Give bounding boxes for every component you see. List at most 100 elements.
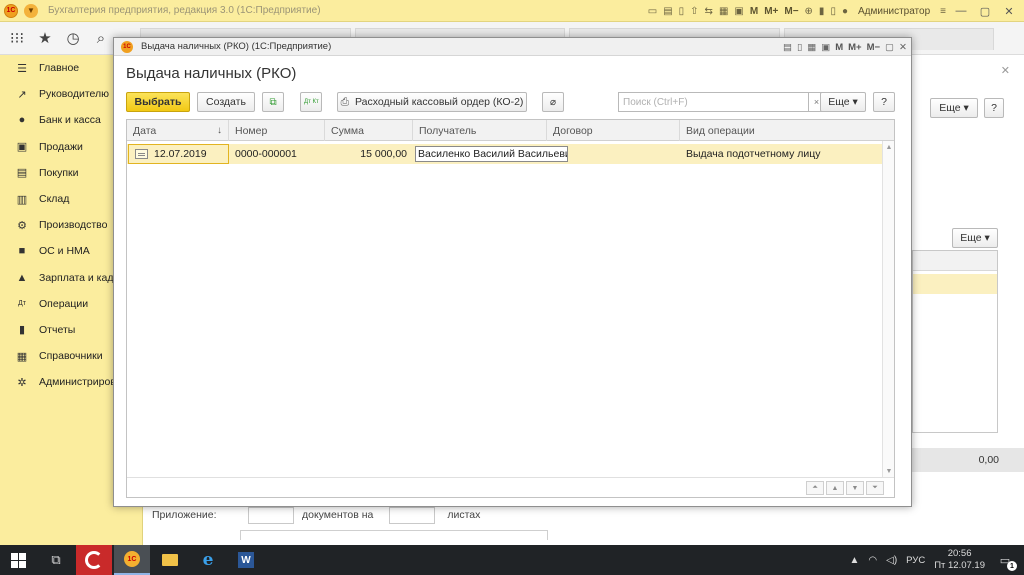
bg-table-row[interactable] — [913, 274, 997, 294]
nav-down-icon[interactable]: ▼ — [846, 481, 864, 495]
bg-table-more-button[interactable]: Еще ▾ — [952, 228, 998, 248]
history-icon[interactable]: ◷ — [59, 29, 87, 47]
memory-m-button[interactable]: M — [835, 42, 843, 53]
calculator-icon[interactable]: ▦ — [807, 42, 816, 53]
bg-more-button[interactable]: Еще ▾ — [930, 98, 978, 118]
coin-icon: ● — [18, 114, 26, 127]
cell-recipient[interactable]: Василенко Василий Васильевич — [415, 146, 568, 162]
docs-count-input[interactable] — [248, 506, 294, 524]
table-navigation-bar: ⏶ ▲ ▼ ⏷ — [127, 477, 894, 497]
column-date[interactable]: Дата ↓ — [127, 120, 229, 141]
form-close-icon[interactable]: ✕ — [1001, 64, 1010, 77]
main-menu-button[interactable]: ▼ — [24, 3, 38, 18]
minimize-icon[interactable]: — — [952, 5, 970, 17]
nav-first-icon[interactable]: ⏶ — [806, 481, 824, 495]
column-amount[interactable]: Сумма — [325, 120, 413, 141]
table-scrollbar[interactable]: ▲ ▼ — [882, 141, 894, 477]
calculator-icon[interactable]: ▦ — [719, 6, 728, 17]
save-icon[interactable]: ▭ — [648, 6, 657, 17]
column-label: Дата — [133, 124, 157, 137]
task-view-icon[interactable]: ⧉ — [38, 545, 74, 575]
column-contract[interactable]: Договор — [547, 120, 680, 141]
help-button[interactable]: ? — [873, 92, 895, 112]
sidebar-item-label: ОС и НМА — [39, 245, 90, 258]
taskbar-app-word[interactable]: W — [228, 545, 264, 575]
memory-m-minus-button[interactable]: M− — [867, 42, 880, 53]
dtkt-button[interactable]: Дт Кт — [300, 92, 322, 112]
taskbar-app-red[interactable] — [76, 545, 112, 575]
memory-m-button[interactable]: M — [750, 6, 758, 17]
folder-icon — [162, 554, 178, 566]
favorites-star-icon[interactable]: ★ — [31, 29, 59, 47]
nav-last-icon[interactable]: ⏷ — [866, 481, 884, 495]
sidebar-item-label: Склад — [39, 193, 70, 206]
more-button[interactable]: Еще ▾ — [820, 92, 866, 112]
info-icon[interactable]: ▮ — [819, 6, 825, 17]
close-icon[interactable]: ✕ — [899, 42, 907, 53]
cell-amount[interactable]: 15 000,00 — [325, 144, 413, 164]
bg-help-button[interactable]: ? — [984, 98, 1004, 118]
maximize-icon[interactable]: ▢ — [885, 42, 894, 53]
column-operation[interactable]: Вид операции — [680, 120, 896, 141]
network-icon[interactable]: ◠ — [868, 555, 877, 566]
scroll-up-icon[interactable]: ▲ — [883, 141, 895, 153]
memory-m-minus-button[interactable]: M− — [784, 6, 798, 17]
scroll-down-icon[interactable]: ▼ — [883, 465, 895, 477]
memory-m-plus-button[interactable]: M+ — [848, 42, 861, 53]
start-button[interactable] — [0, 545, 36, 575]
bg-field[interactable] — [240, 530, 548, 540]
word-icon: W — [238, 552, 254, 568]
sidebar-item-label: Продажи — [39, 140, 83, 153]
search-input[interactable]: Поиск (Ctrl+F) — [618, 92, 809, 112]
sheets-count-input[interactable] — [389, 506, 436, 524]
system-tray: ▲ ◠ ◁) РУС 20:56 Пт 12.07.19 ▭ 1 — [849, 545, 1024, 575]
taskbar-app-explorer[interactable] — [152, 545, 188, 575]
input-language[interactable]: РУС — [906, 555, 925, 566]
apps-grid-icon[interactable]: ⁝⁝⁝ — [3, 29, 31, 47]
calendar-icon[interactable]: ▣ — [734, 6, 743, 17]
preview-icon[interactable]: ▯ — [679, 6, 685, 17]
copy-button[interactable]: ⧉ — [262, 92, 284, 112]
select-button[interactable]: Выбрать — [126, 92, 190, 112]
taskbar-app-ie[interactable]: e — [190, 545, 226, 575]
dialog-title-bar: 1С Выдача наличных (РКО) (1С:Предприятие… — [114, 38, 911, 56]
taskbar-app-1c[interactable]: 1С — [114, 545, 150, 575]
bg-table-header — [913, 251, 997, 271]
search-icon[interactable]: ⌕ — [87, 30, 115, 47]
print-icon[interactable]: ▤ — [663, 6, 672, 17]
cell-date[interactable]: 12.07.2019 — [128, 144, 229, 164]
column-recipient[interactable]: Получатель — [413, 120, 547, 141]
zoom-icon[interactable]: ⊕ — [805, 6, 813, 17]
upload-icon[interactable]: ⇧ — [690, 6, 698, 17]
close-icon[interactable]: ✕ — [1000, 5, 1018, 18]
memory-m-plus-button[interactable]: M+ — [764, 6, 778, 17]
cell-number[interactable]: 0000-000001 — [229, 144, 325, 164]
books-icon: ▦ — [16, 350, 28, 363]
dtkt-icon: Дт Кт — [304, 99, 319, 105]
clock-time: 20:56 — [947, 548, 972, 559]
cell-contract[interactable] — [570, 144, 680, 164]
volume-icon[interactable]: ◁) — [886, 555, 897, 566]
panel-icon[interactable]: ▯ — [830, 6, 836, 17]
tray-expand-icon[interactable]: ▲ — [849, 555, 859, 566]
cell-operation[interactable]: Выдача подотчетному лицу — [680, 144, 884, 164]
create-button[interactable]: Создать — [197, 92, 255, 112]
user-name[interactable]: Администратор — [858, 6, 930, 17]
print-icon[interactable]: ▤ — [783, 42, 792, 53]
ie-icon: e — [202, 550, 214, 570]
nav-up-icon[interactable]: ▲ — [826, 481, 844, 495]
column-number[interactable]: Номер — [229, 120, 325, 141]
maximize-icon[interactable]: ▢ — [976, 5, 994, 18]
table-row[interactable]: 12.07.2019 0000-000001 15 000,00 Василен… — [127, 144, 894, 164]
system-clock[interactable]: 20:56 Пт 12.07.19 — [934, 548, 985, 572]
notifications-icon[interactable]: ▭ 1 — [994, 551, 1017, 571]
calendar-icon[interactable]: ▣ — [821, 42, 830, 53]
attach-button[interactable]: ⌀ — [542, 92, 564, 112]
preview-icon[interactable]: ▯ — [797, 42, 802, 53]
link-icon[interactable]: ⇆ — [705, 6, 713, 17]
print-form-button[interactable]: ⎙ Расходный кассовый ордер (КО-2) — [337, 92, 527, 112]
sidebar-item-label: Банк и касса — [39, 114, 101, 127]
basket-icon: ▤ — [16, 167, 28, 180]
windows-logo-icon — [10, 552, 26, 568]
settings-menu-icon[interactable]: ≡ — [940, 6, 946, 17]
